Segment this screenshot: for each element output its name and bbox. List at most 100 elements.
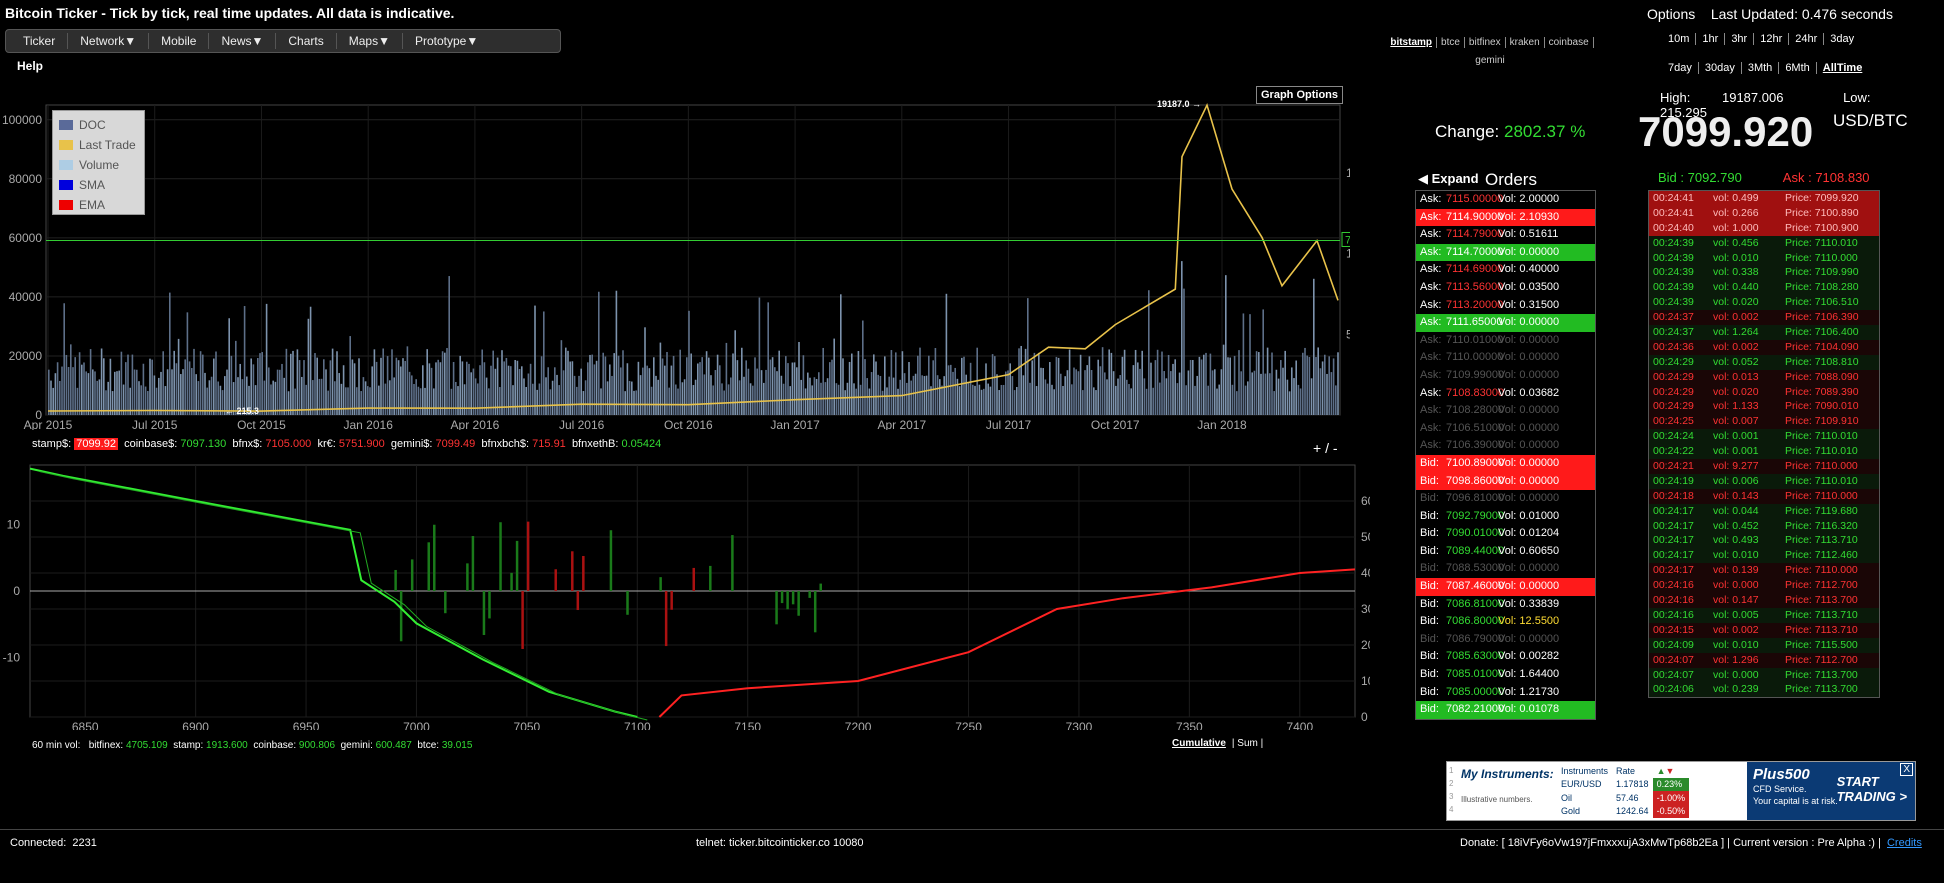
order-price: 7090.01000 <box>1446 527 1505 540</box>
advertisement[interactable]: 1234 My Instruments: Illustrative number… <box>1446 761 1916 821</box>
volume-bar <box>598 291 600 415</box>
trade-row: 00:24:17 vol: 0.452 Price: 7116.320 <box>1649 518 1879 534</box>
exchange-bitstamp[interactable]: bitstamp <box>1386 37 1438 48</box>
volume-bar <box>815 378 818 415</box>
volume-bar <box>782 383 785 415</box>
credits-link[interactable]: Credits <box>1887 837 1922 849</box>
range-10m[interactable]: 10m <box>1662 33 1697 45</box>
legend-item[interactable]: EMA <box>59 195 138 215</box>
legend-item[interactable]: Volume <box>59 155 138 175</box>
legend-item[interactable]: DOC <box>59 115 138 135</box>
trade-volume: vol: 1.133 <box>1713 400 1759 413</box>
range-6mth[interactable]: 6Mth <box>1779 62 1817 74</box>
order-volume: Vol: 0.00000 <box>1498 421 1560 434</box>
range-12hr[interactable]: 12hr <box>1754 33 1790 45</box>
sum-toggle[interactable]: Sum <box>1237 738 1258 749</box>
order-row: Bid: 7085.00000 Vol: 1.21730 <box>1416 684 1595 702</box>
volume-bar <box>1253 370 1256 415</box>
trade-row: 00:24:41 vol: 0.499 Price: 7099.920 <box>1649 191 1879 206</box>
trade-price: Price: 7108.810 <box>1785 355 1859 368</box>
menu-maps[interactable]: Maps▼ <box>337 33 403 49</box>
volume-bar <box>633 390 635 415</box>
trade-bar <box>780 591 784 604</box>
volume-bar <box>870 372 873 415</box>
volume-bar <box>818 372 820 415</box>
menu-network[interactable]: Network▼ <box>68 33 150 49</box>
volume-bar <box>1189 359 1192 415</box>
menu-charts[interactable]: Charts <box>276 33 337 49</box>
trade-row: 00:24:29 vol: 0.052 Price: 7108.810 <box>1649 354 1879 370</box>
volume-bar <box>1145 388 1148 415</box>
volume-bar <box>721 383 723 415</box>
trade-list: 00:24:41 vol: 0.499 Price: 7099.920 00:24:4… <box>1648 190 1880 699</box>
volume-bar <box>1024 348 1027 415</box>
exchange-kraken[interactable]: kraken <box>1505 37 1545 48</box>
trade-time: 00:24:17 <box>1653 534 1694 547</box>
menu-ticker[interactable]: Ticker <box>11 33 69 49</box>
exchange-selector: bitstamp btce bitfinex kraken coinbase gemin… <box>1385 34 1595 70</box>
volume-bar <box>840 294 842 415</box>
range-3day[interactable]: 3day <box>1824 33 1860 45</box>
price-history-chart[interactable]: 0200004000060000800001000005000100001500… <box>0 95 1350 430</box>
volume-line: 60 min vol: bitfinex: 4705.109 stamp: 19… <box>32 740 472 751</box>
x-tick-label: 7150 <box>734 720 761 730</box>
volume-bar <box>215 351 217 415</box>
volume-bar <box>149 358 151 415</box>
options-link[interactable]: Options <box>1647 6 1695 22</box>
volume-bar <box>1306 355 1308 415</box>
ad-brand-panel[interactable]: Plus500 CFD Service. Your capital is at … <box>1747 762 1915 820</box>
exchange-coinbase[interactable]: coinbase <box>1544 37 1594 48</box>
exchange-btce[interactable]: btce <box>1437 37 1465 48</box>
order-volume: Vol: 2.10930 <box>1498 210 1560 223</box>
range-24hr[interactable]: 24hr <box>1789 33 1825 45</box>
order-price: 7087.46000 <box>1446 580 1505 593</box>
legend-item[interactable]: SMA <box>59 175 138 195</box>
ad-close-icon[interactable]: X <box>1900 763 1913 776</box>
menu-news[interactable]: News▼ <box>209 33 277 49</box>
order-depth-chart[interactable]: 6850 6900 6950 7000 7050 7100 7150 7200 7250 7300… <box>0 460 1370 730</box>
range-30day[interactable]: 30day <box>1699 62 1742 74</box>
volume-bar <box>325 369 327 415</box>
range-1hr[interactable]: 1hr <box>1696 33 1726 45</box>
range-alltime[interactable]: AllTime <box>1817 62 1869 74</box>
volume-bar <box>213 358 215 415</box>
volume-bar <box>279 369 281 415</box>
menu-prototype[interactable]: Prototype▼ <box>403 33 490 49</box>
expand-orders-button[interactable]: ◀ Expand <box>1418 171 1479 187</box>
range-7day[interactable]: 7day <box>1662 62 1699 74</box>
volume-bar <box>452 361 455 415</box>
exchange-gemini[interactable]: gemini <box>1385 52 1595 70</box>
trade-time: 00:24:16 <box>1653 594 1694 607</box>
volume-bar <box>404 360 406 415</box>
volume-bar <box>72 367 74 415</box>
graph-options-button[interactable]: Graph Options <box>1256 86 1343 104</box>
volume-bar <box>298 360 301 415</box>
volume-bar <box>496 357 499 415</box>
help-link[interactable]: Help <box>17 59 43 73</box>
menu-mobile[interactable]: Mobile <box>149 33 210 49</box>
volume-bar <box>648 368 651 415</box>
x-tick-label: 6900 <box>182 720 209 730</box>
order-type: Bid: <box>1420 580 1439 593</box>
volume-bar <box>776 371 778 415</box>
ad-cta[interactable]: START TRADING > <box>1837 774 1907 804</box>
volume-bar <box>1033 352 1036 415</box>
volume-bar <box>521 366 523 415</box>
volume-bar <box>281 363 283 415</box>
range-3hr[interactable]: 3hr <box>1725 33 1755 45</box>
volume-bar <box>457 386 459 415</box>
volume-bar <box>932 360 934 415</box>
exchange-bitfinex[interactable]: bitfinex <box>1464 37 1506 48</box>
volume-bar <box>127 354 129 415</box>
volume-bar <box>1258 352 1260 415</box>
volume-bar <box>655 375 657 415</box>
legend-item[interactable]: Last Trade <box>59 135 138 155</box>
cumulative-toggle[interactable]: Cumulative <box>1172 738 1226 749</box>
y-right-tick-label: 400 <box>1361 566 1370 580</box>
range-3mth[interactable]: 3Mth <box>1742 62 1780 74</box>
zoom-control[interactable]: + / - <box>1313 440 1338 456</box>
volume-bar <box>697 363 699 415</box>
volume-bar <box>329 360 332 415</box>
trade-bar <box>731 535 734 591</box>
volume-bar <box>1238 350 1240 415</box>
